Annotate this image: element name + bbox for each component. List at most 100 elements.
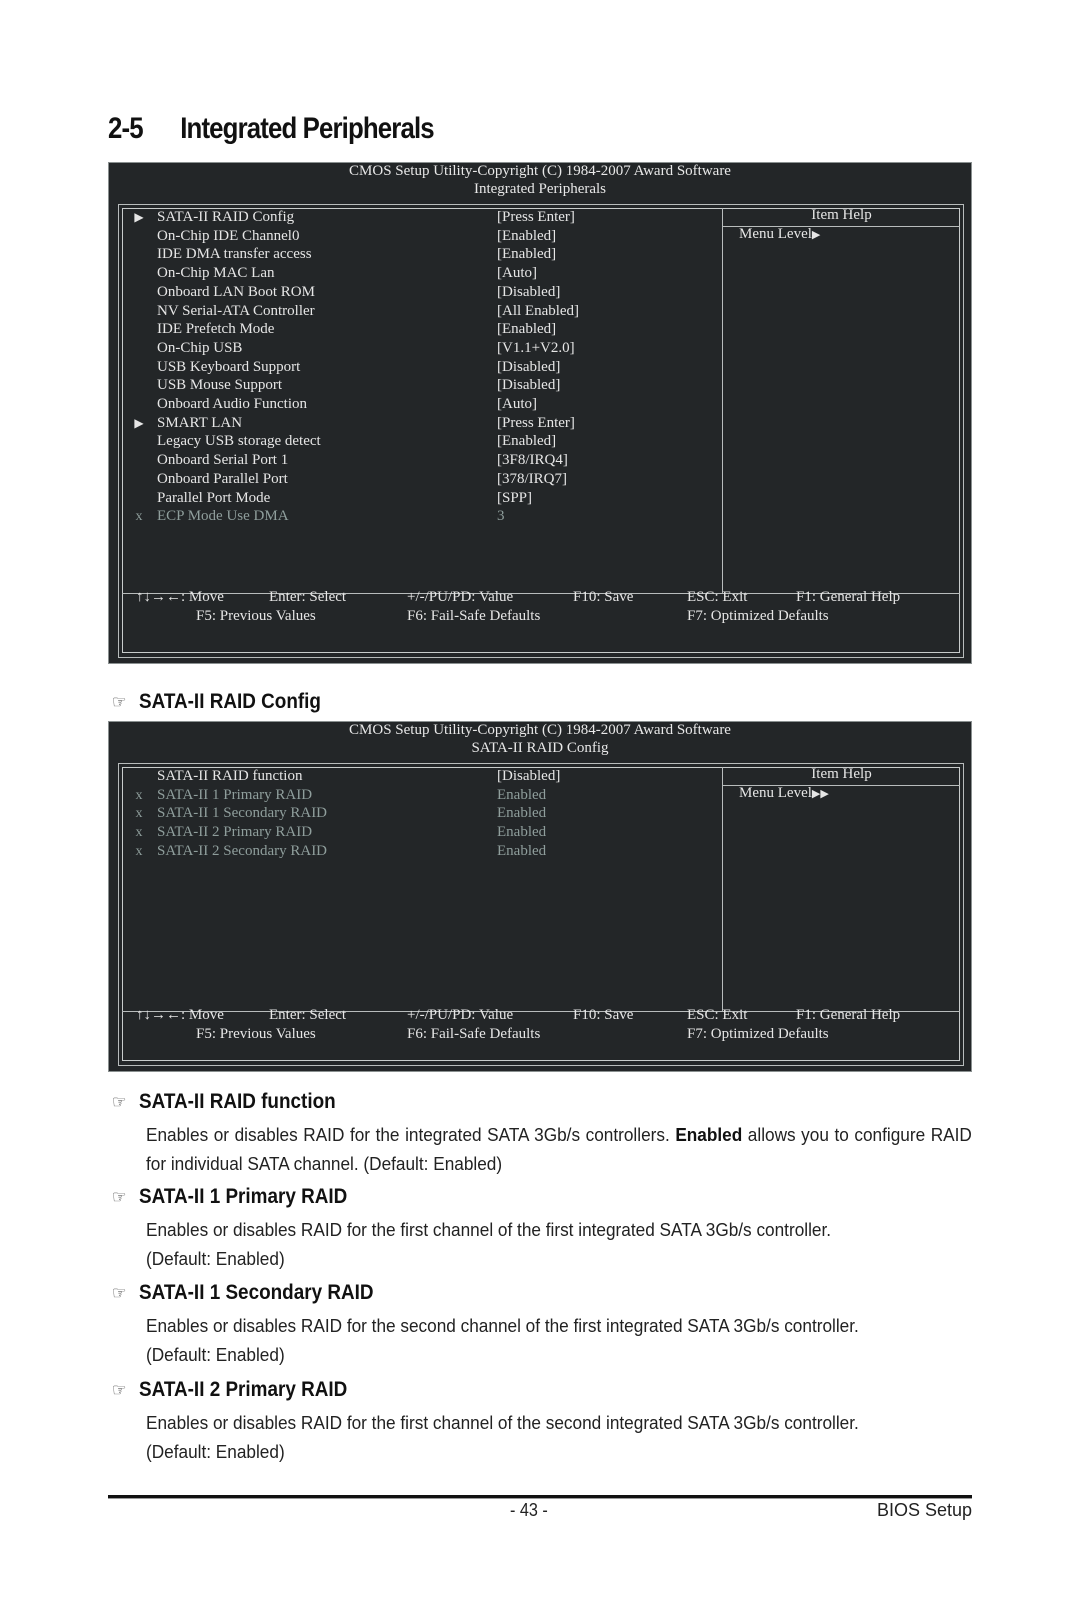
- menu-level-arrow-icon: ▶: [811, 229, 821, 241]
- menu-item-label: Onboard Audio Function: [157, 396, 307, 412]
- bios-menu-item[interactable]: On-Chip MAC Lan [Auto]: [109, 264, 709, 283]
- menu-item-value[interactable]: [Auto]: [497, 264, 537, 283]
- bios-menu-item[interactable]: Onboard LAN Boot ROM [Disabled]: [109, 283, 709, 302]
- bios-menu-item[interactable]: Onboard Serial Port 1 [3F8/IRQ4]: [109, 451, 709, 470]
- key-optimized-defaults: F7: Optimized Defaults: [687, 1026, 829, 1042]
- key-optimized-defaults: F7: Optimized Defaults: [687, 608, 829, 624]
- menu-item-label: SATA-II 2 Secondary RAID: [157, 842, 328, 859]
- menu-item-label: IDE DMA transfer access: [157, 246, 312, 263]
- menu-item-value[interactable]: [Disabled]: [497, 283, 560, 302]
- help-divider: [722, 767, 723, 1011]
- menu-item-label: Legacy USB storage detect: [157, 433, 321, 450]
- bios-menu-item: x SATA-II 1 Secondary RAID Enabled: [109, 804, 709, 823]
- submenu-arrow-icon: ▶: [134, 210, 144, 224]
- description-default: (Default: Enabled): [146, 1344, 285, 1365]
- unavailable-marker-icon: x: [135, 509, 143, 525]
- menu-item-value[interactable]: [Disabled]: [497, 767, 560, 786]
- description-text: Enables or disables RAID for the integra…: [146, 1124, 676, 1145]
- section-heading-sata-raid-config: ☞ SATA-II RAID Config: [112, 690, 321, 714]
- key-value: +/-/PU/PD: Value: [407, 1007, 514, 1023]
- pointing-hand-icon: ☞: [112, 1092, 127, 1112]
- unavailable-marker-icon: x: [135, 825, 143, 841]
- key-select: Enter: Select: [269, 1007, 347, 1023]
- menu-item-value[interactable]: [378/IRQ7]: [497, 470, 567, 489]
- description-line: Enables or disables RAID for the first c…: [146, 1412, 859, 1433]
- menu-item-value[interactable]: [Enabled]: [497, 227, 556, 246]
- description-sata-2-primary: Enables or disables RAID for the first c…: [146, 1408, 972, 1466]
- menu-item-value: Enabled: [497, 824, 547, 841]
- description-bold: Enabled: [675, 1124, 743, 1145]
- menu-item-value[interactable]: [All Enabled]: [497, 302, 579, 321]
- key-exit: ESC: Exit: [687, 589, 748, 605]
- menu-item-value[interactable]: [Enabled]: [497, 320, 556, 339]
- section-title: Integrated Peripherals: [180, 112, 434, 145]
- menu-item-label: SATA-II 2 Primary RAID: [157, 824, 313, 841]
- bios-menu-item[interactable]: IDE DMA transfer access [Enabled]: [109, 245, 709, 264]
- bios-menu-item[interactable]: Parallel Port Mode [SPP]: [109, 489, 709, 508]
- bios-menu-item[interactable]: USB Keyboard Support [Disabled]: [109, 358, 709, 377]
- pointing-hand-icon: ☞: [112, 692, 127, 712]
- bios-header-title: Integrated Peripherals: [473, 181, 607, 197]
- menu-item-value: Enabled: [497, 842, 547, 859]
- menu-item-value: Enabled: [497, 786, 547, 803]
- item-help-title: Item Help: [811, 207, 872, 223]
- bios-header-copyright: CMOS Setup Utility-Copyright (C) 1984-20…: [349, 722, 731, 738]
- bios-menu-item[interactable]: On-Chip USB [V1.1+V2.0]: [109, 339, 709, 358]
- key-general-help: F1: General Help: [796, 1007, 901, 1023]
- heading-text: SATA-II RAID Config: [139, 690, 321, 713]
- menu-item-value[interactable]: [SPP]: [497, 489, 532, 508]
- menu-item-label: USB Keyboard Support: [157, 358, 301, 375]
- menu-item-value: Enabled: [497, 805, 547, 822]
- description-line: Enables or disables RAID for the first c…: [146, 1219, 832, 1240]
- key-save: F10: Save: [573, 589, 634, 605]
- bios-header-copyright: CMOS Setup Utility-Copyright (C) 1984-20…: [349, 163, 731, 179]
- key-select: Enter: Select: [269, 589, 347, 605]
- bios-menu-item: x ECP Mode Use DMA 3: [109, 507, 709, 526]
- key-exit: ESC: Exit: [687, 1007, 748, 1023]
- key-move: ↑↓→←: Move: [136, 589, 224, 605]
- menu-item-value[interactable]: [Disabled]: [497, 376, 560, 395]
- pointing-hand-icon: ☞: [112, 1283, 127, 1303]
- bios-menu-item[interactable]: NV Serial-ATA Controller [All Enabled]: [109, 302, 709, 321]
- help-divider: [722, 208, 723, 593]
- heading-text: SATA-II RAID function: [139, 1090, 336, 1113]
- menu-level-label: Menu Level: [739, 785, 812, 801]
- section-heading-sata-raid-function: ☞ SATA-II RAID function: [112, 1090, 336, 1114]
- bios-menu-item[interactable]: Onboard Parallel Port [378/IRQ7]: [109, 470, 709, 489]
- menu-item-value[interactable]: [Enabled]: [497, 245, 556, 264]
- bios-menu-item[interactable]: Onboard Audio Function [Auto]: [109, 395, 709, 414]
- bios-menu-item[interactable]: USB Mouse Support [Disabled]: [109, 376, 709, 395]
- menu-item-value[interactable]: [Press Enter]: [497, 208, 575, 227]
- heading-text: SATA-II 1 Secondary RAID: [139, 1281, 374, 1304]
- menu-item-label: SATA-II RAID function: [157, 768, 303, 784]
- bios-menu-item: x SATA-II 2 Primary RAID Enabled: [109, 823, 709, 842]
- bios-menu-item[interactable]: Legacy USB storage detect [Enabled]: [109, 432, 709, 451]
- menu-item-label: USB Mouse Support: [157, 377, 283, 394]
- menu-item-value[interactable]: [3F8/IRQ4]: [497, 451, 568, 470]
- menu-item-value[interactable]: [V1.1+V2.0]: [497, 339, 575, 358]
- submenu-arrow-icon: ▶: [134, 415, 144, 430]
- unavailable-marker-icon: x: [135, 806, 143, 822]
- description-sata-1-primary: Enables or disables RAID for the first c…: [146, 1215, 972, 1273]
- bios-menu-item[interactable]: IDE Prefetch Mode [Enabled]: [109, 320, 709, 339]
- bios-menu-item[interactable]: ▶ SMART LAN [Press Enter]: [109, 414, 709, 433]
- menu-item-value[interactable]: [Enabled]: [497, 432, 556, 451]
- menu-level-label: Menu Level: [739, 226, 812, 242]
- bios-menu-item[interactable]: ▶ SATA-II RAID Config [Press Enter]: [109, 208, 709, 227]
- menu-item-label: IDE Prefetch Mode: [157, 321, 275, 338]
- menu-item-value[interactable]: [Auto]: [497, 395, 537, 414]
- description-sata-1-secondary: Enables or disables RAID for the second …: [146, 1311, 972, 1369]
- bios-menu-item[interactable]: On-Chip IDE Channel0 [Enabled]: [109, 227, 709, 246]
- menu-item-value[interactable]: [Disabled]: [497, 358, 560, 377]
- menu-item-label: SATA-II 1 Secondary RAID: [157, 805, 328, 822]
- description-default: (Default: Enabled): [146, 1441, 285, 1462]
- unavailable-marker-icon: x: [135, 787, 143, 803]
- section-heading-sata-2-primary: ☞ SATA-II 2 Primary RAID: [112, 1378, 347, 1402]
- menu-item-label: On-Chip USB: [157, 339, 243, 356]
- menu-level-arrow-icon: ▶▶: [811, 788, 829, 800]
- bios-menu-item[interactable]: SATA-II RAID function [Disabled]: [109, 767, 709, 786]
- bios-header-title: SATA-II RAID Config: [471, 740, 609, 756]
- key-general-help: F1: General Help: [796, 589, 901, 605]
- menu-item-value[interactable]: [Press Enter]: [497, 414, 575, 433]
- menu-item-label: SATA-II 1 Primary RAID: [157, 786, 313, 803]
